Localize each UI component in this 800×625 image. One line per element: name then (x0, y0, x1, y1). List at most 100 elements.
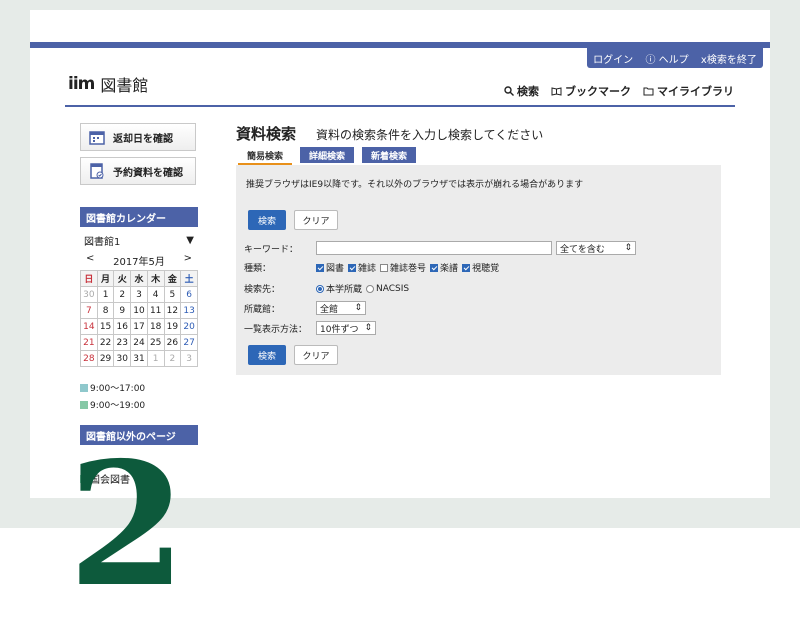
tab-new-arrivals[interactable]: 新着検索 (362, 147, 417, 163)
display-row: 一覧表示方法： 10件ずつ ⇕ (244, 321, 376, 335)
calendar-day: 19 (163, 318, 182, 335)
chevron-updown-icon: ⇕ (354, 303, 362, 313)
weekday: 日 (80, 270, 98, 287)
checkbox-checked (430, 263, 439, 272)
clear-button-top[interactable]: クリア (294, 210, 338, 230)
calendar-day: 25 (146, 334, 165, 351)
target-radio-local[interactable]: 本学所蔵 (316, 282, 362, 295)
weekday: 水 (130, 270, 148, 287)
calendar-day: 18 (146, 318, 165, 335)
legend-swatch (80, 383, 88, 392)
header-nav: 検索 ブックマーク マイライブラリ (504, 83, 734, 99)
calendar-nav: < 2017年5月 > (80, 253, 198, 268)
type-label-3: 楽譜 (440, 264, 459, 274)
calendar-month: 2017年5月 (113, 257, 165, 268)
type-checkbox-av[interactable]: 視聴覚 (462, 261, 499, 274)
location-select[interactable]: 全館 ⇕ (316, 301, 366, 315)
calendar-icon (89, 131, 105, 145)
calendar-day: 16 (113, 318, 132, 335)
tab-advanced[interactable]: 詳細検索 (300, 147, 355, 163)
calendar-day: 2 (113, 286, 132, 303)
type-row: 種類： 図書 雑誌 雑誌巻号 楽譜 視聴覚 (244, 261, 503, 274)
hours-legend-2: 9:00〜19:00 (80, 398, 198, 411)
radio-selected (316, 284, 324, 293)
calendar-week: 28 29 30 31 1 2 3 (80, 350, 198, 367)
calendar-day: 23 (113, 334, 132, 351)
nav-search-label: 検索 (517, 85, 539, 98)
logo-mark: iim (68, 74, 95, 94)
search-tabs: 簡易検索 詳細検索 新着検索 (236, 147, 721, 165)
match-select[interactable]: 全てを含む ⇕ (556, 241, 636, 255)
keyword-label: キーワード： (244, 244, 299, 255)
tab-simple[interactable]: 簡易検索 (238, 147, 293, 165)
library-select[interactable]: 図書館1 ▼ (80, 231, 198, 249)
chevron-updown-icon: ⇕ (624, 243, 632, 253)
calendar-day: 3 (130, 286, 148, 303)
next-month-button[interactable]: > (184, 253, 192, 268)
nav-bookmark[interactable]: ブックマーク (551, 83, 631, 99)
nav-mylibrary[interactable]: マイライブラリ (643, 83, 734, 99)
clear-button-bottom[interactable]: クリア (294, 345, 338, 365)
return-date-label: 返却日を確認 (113, 133, 173, 145)
type-checkbox-book[interactable]: 図書 (316, 261, 344, 274)
book-icon (551, 87, 562, 96)
search-icon (504, 86, 514, 96)
checkbox-unchecked (380, 263, 389, 272)
legend-swatch (80, 400, 88, 409)
calendar-day: 11 (146, 302, 165, 319)
type-checkbox-score[interactable]: 楽譜 (430, 261, 458, 274)
checkbox-checked (462, 263, 471, 272)
calendar-heading: 図書館カレンダー (80, 207, 198, 227)
type-label-1: 雑誌 (358, 264, 377, 274)
search-panel: 推奨ブラウザはIE9以降です。それ以外のブラウザでは表示が崩れる場合があります … (236, 165, 721, 375)
weekday: 土 (180, 270, 198, 287)
calendar-day: 30 (80, 286, 98, 303)
keyword-input[interactable] (316, 241, 552, 255)
weekday: 月 (96, 270, 115, 287)
radio-unselected (366, 284, 375, 293)
library-select-value: 図書館1 (84, 236, 121, 248)
help-link[interactable]: ⓘ ヘルプ (645, 51, 688, 66)
title-row: 資料検索 資料の検索条件を入力し検索してください (236, 123, 721, 144)
calendar-week: 30 1 2 3 4 5 6 (80, 286, 198, 303)
prev-month-button[interactable]: < (86, 253, 94, 268)
calendar-day: 15 (96, 318, 115, 335)
calendar-day: 10 (130, 302, 148, 319)
calendar-day: 4 (146, 286, 165, 303)
type-checkbox-magazine[interactable]: 雑誌 (348, 261, 376, 274)
chevron-updown-icon: ⇕ (364, 323, 372, 333)
weekday: 金 (163, 270, 182, 287)
calendar-day: 1 (146, 350, 165, 367)
keyword-row: キーワード： 全てを含む ⇕ (244, 241, 636, 255)
logo-text: 図書館 (100, 76, 149, 95)
location-label: 所蔵館： (244, 304, 281, 315)
reserved-button[interactable]: 予約資料を確認 (80, 157, 196, 185)
chevron-down-icon: ▼ (186, 234, 194, 246)
display-label: 一覧表示方法： (244, 324, 308, 335)
calendar-day: 9 (113, 302, 132, 319)
type-checkbox-issue[interactable]: 雑誌巻号 (380, 261, 426, 274)
search-button-bottom[interactable]: 検索 (248, 345, 286, 365)
calendar-grid: 日 月 火 水 木 金 土 30 1 2 3 4 5 6 7 8 9 10 11… (80, 270, 198, 367)
calendar-week: 21 22 23 24 25 26 27 (80, 334, 198, 351)
calendar-day: 2 (163, 350, 182, 367)
nav-search[interactable]: 検索 (504, 83, 539, 99)
login-link[interactable]: ログイン (593, 51, 633, 66)
type-label-4: 視聴覚 (472, 264, 500, 274)
return-date-button[interactable]: 返却日を確認 (80, 123, 196, 151)
display-select[interactable]: 10件ずつ ⇕ (316, 321, 376, 335)
search-button-top[interactable]: 検索 (248, 210, 286, 230)
site-logo[interactable]: iim 図書館 (68, 72, 148, 96)
reserved-label: 予約資料を確認 (113, 167, 183, 179)
nav-mylibrary-label: マイライブラリ (657, 85, 734, 98)
calendar-day: 6 (180, 286, 198, 303)
calendar-day: 13 (180, 302, 198, 319)
target-radio-nacsis[interactable]: NACSIS (366, 284, 409, 294)
checkbox-checked (348, 263, 357, 272)
nav-bookmark-label: ブックマーク (565, 85, 631, 98)
step-number: 2 (68, 425, 187, 625)
calendar-day: 7 (80, 302, 98, 319)
exit-link[interactable]: x検索を終了 (701, 51, 757, 66)
type-label-2: 雑誌巻号 (390, 264, 427, 274)
target-label-1: NACSIS (376, 283, 410, 294)
